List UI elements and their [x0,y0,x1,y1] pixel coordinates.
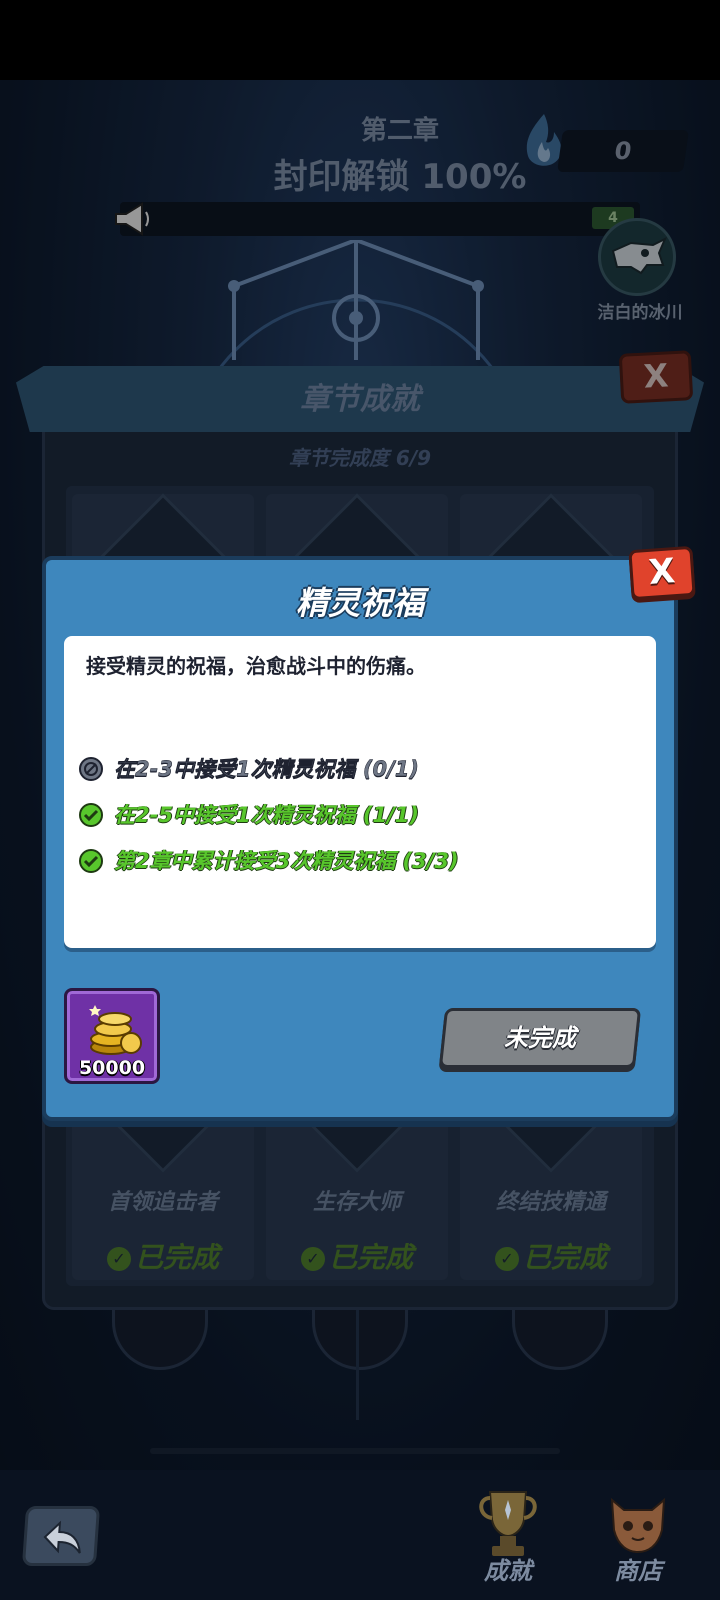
task-text: 在2-3中接受1次精灵祝福 (0/1) [114,757,419,782]
game-screen: 第二章 封印解锁 100% 0 4 洁白的冰川 章节成就 X 章节完成度 6/9… [0,0,720,1600]
back-button[interactable] [21,1506,101,1566]
dialog-description-box: 接受精灵的祝福，治愈战斗中的伤痛。 在2-3中接受1次精灵祝福 (0/1) 在2… [64,636,656,948]
nav-achievements-label: 成就 [484,1557,532,1585]
task-text: 第2章中累计接受3次精灵祝福 (3/3) [114,849,459,873]
task-item: 在2-3中接受1次精灵祝福 (0/1) [78,754,638,784]
dialog-title: 精灵祝福 [295,584,424,622]
dialog-description: 接受精灵的祝福，治愈战斗中的伤痛。 [86,654,426,678]
status-button-label: 未完成 [504,1024,576,1052]
task-text: 在2-5中接受1次精灵祝福 (1/1) [114,803,419,827]
reward-item[interactable]: 50000 [64,988,160,1084]
blocked-icon [79,757,103,781]
nav-shop[interactable]: 商店 [588,1486,688,1586]
task-item: 在2-5中接受1次精灵祝福 (1/1) [78,800,638,830]
dialog-close-button[interactable]: X [628,545,696,601]
check-icon [79,803,103,827]
gold-coins-icon [89,1005,142,1055]
incomplete-status-button[interactable]: 未完成 [438,1008,642,1068]
check-icon [79,849,103,873]
task-item: 第2章中累计接受3次精灵祝福 (3/3) [78,846,638,876]
close-icon: X [647,551,677,593]
back-arrow-icon [43,1520,81,1554]
nav-achievements[interactable]: 成就 [458,1486,558,1586]
nav-shop-label: 商店 [614,1557,662,1585]
reward-amount: 50000 [78,1057,146,1079]
spirit-blessing-dialog: 精灵祝福 接受精灵的祝福，治愈战斗中的伤痛。 在2-3中接受1次精灵祝福 (0/… [42,556,678,1121]
